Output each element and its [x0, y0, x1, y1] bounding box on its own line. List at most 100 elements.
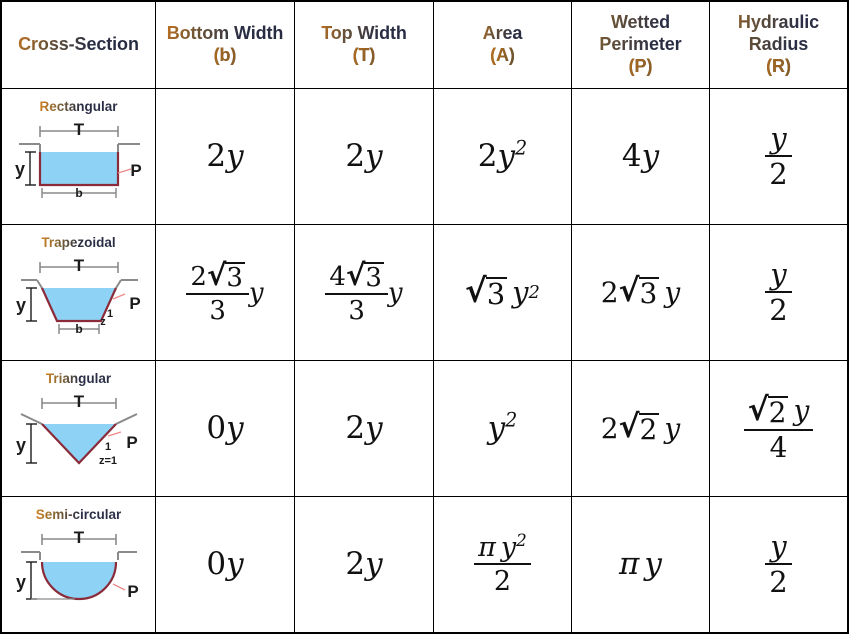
- denominator: 2: [765, 155, 792, 189]
- numerator: π y2: [474, 532, 531, 563]
- shape-diagram-semi-circular: Semi-circular T y P: [2, 497, 155, 632]
- numerator: y: [770, 121, 787, 155]
- fraction: √ 2 y 4: [743, 394, 814, 462]
- formula-wetted-perimeter: 2 √ 3 y: [601, 275, 681, 310]
- radical-sign-icon: √: [618, 409, 640, 445]
- label-perimeter: P: [126, 433, 137, 452]
- formula-hydraulic-radius: √ 2 y 4: [743, 394, 814, 462]
- label-slope-rise: 1: [104, 441, 110, 453]
- cell-wetted-perimeter-triangular: 2 √ 2 y: [572, 361, 710, 496]
- header-symbol-text: (P): [576, 56, 705, 78]
- pi-symbol: π: [478, 532, 496, 563]
- denominator: 4: [743, 428, 814, 462]
- shape-diagram-trapezoidal: Trapezoidal T y b 1 z P: [2, 225, 155, 360]
- radicand: 3: [485, 276, 508, 311]
- shape-diagram-triangular: Triangular T y 1 z=1 P: [2, 361, 155, 496]
- exponent: 2: [505, 408, 518, 432]
- shape-title: Triangular: [45, 371, 112, 386]
- formula-bottom-width: 0y: [206, 413, 243, 444]
- fraction: 4 √ 3 3: [325, 257, 388, 324]
- header-main-text: Hydraulic Radius: [737, 12, 820, 55]
- header-cell-area: Area (A): [434, 2, 572, 88]
- coefficient: 2: [190, 261, 207, 292]
- cell-wetted-perimeter-semi-circular: πy: [572, 497, 710, 632]
- trapezoidal-channel-svg: T y b 1 z P: [15, 256, 140, 336]
- radical-sign-icon: √: [345, 257, 366, 292]
- cell-wetted-perimeter-trapezoidal: 2 √ 3 y: [572, 225, 710, 360]
- formula-area: 2y2: [477, 138, 527, 174]
- fraction: π y2 2: [474, 532, 531, 595]
- cell-top-width-triangular: 2y: [295, 361, 434, 496]
- table-row: Semi-circular T y P 0y 2y π y2 2 π y y 2: [2, 497, 847, 632]
- numerator: y: [770, 529, 787, 563]
- coefficient: 2: [477, 138, 498, 174]
- variable: y: [365, 546, 383, 582]
- header-symbol-text: (T): [321, 45, 407, 67]
- header-label-top-width: Top Width (T): [317, 23, 411, 67]
- label-depth: y: [15, 435, 25, 455]
- header-label-hydraulic-radius: Hydraulic Radius (R): [710, 12, 847, 78]
- label-depth: y: [15, 295, 25, 315]
- formula-top-width: 2y: [345, 413, 382, 444]
- variable: y: [664, 411, 681, 445]
- numerator: 4 √ 3: [325, 257, 388, 293]
- header-main-text: Bottom Width: [166, 23, 284, 44]
- formula-hydraulic-radius: y 2: [765, 260, 792, 325]
- header-label-area: Area (A): [479, 23, 527, 67]
- triangular-channel-svg: T y 1 z=1 P: [15, 392, 137, 467]
- variable: y: [641, 138, 660, 174]
- rectangular-channel-svg: T y b P: [14, 120, 141, 200]
- coefficient: 2: [345, 546, 366, 582]
- variable: y: [793, 394, 810, 427]
- variable: y: [487, 410, 506, 446]
- table-row: Triangular T y 1 z=1 P 0y 2y y2 2 √ 2 y …: [2, 361, 847, 497]
- label-top-width: T: [73, 120, 84, 139]
- radical-sign-icon: √: [465, 271, 487, 310]
- radical-sign-icon: √: [206, 257, 227, 292]
- header-main-text: Area: [482, 23, 523, 44]
- variable: y: [248, 277, 264, 308]
- cell-top-width-semi-circular: 2y: [295, 497, 434, 632]
- cell-bottom-width-triangular: 0y: [156, 361, 295, 496]
- coefficient: 4: [621, 138, 642, 174]
- formula-area: y2: [487, 410, 518, 446]
- variable: y: [500, 532, 517, 563]
- square-root: √ 2: [618, 409, 660, 445]
- label-bottom-width: b: [75, 322, 82, 336]
- denominator: 3: [186, 292, 249, 324]
- cell-bottom-width-semi-circular: 0y: [156, 497, 295, 632]
- radicand: 3: [225, 261, 245, 293]
- cross-section-properties-table: Cross-Section Bottom Width (b) Top Width…: [0, 0, 849, 634]
- cell-area-semi-circular: π y2 2: [434, 497, 572, 632]
- table-row: Rectangular T y b P 2y 2y 2y2 4y y 2: [2, 89, 847, 225]
- formula-wetted-perimeter: πy: [619, 549, 662, 580]
- header-symbol-text: (b): [167, 45, 284, 67]
- label-slope-rise: 1: [106, 308, 112, 320]
- radicand: 2: [767, 395, 789, 429]
- numerator: 2 √ 3: [186, 257, 249, 293]
- variable: y: [226, 410, 244, 446]
- variable: y: [664, 275, 681, 309]
- variable: y: [226, 546, 244, 582]
- denominator: 3: [325, 292, 388, 324]
- label-slope-run: z=1: [98, 455, 116, 467]
- formula-area: √ 3 y 2: [465, 271, 540, 311]
- label-perimeter: P: [130, 161, 141, 180]
- label-perimeter: P: [127, 582, 138, 601]
- square-root: √ 2: [748, 394, 789, 429]
- header-symbol-text: (A): [483, 45, 523, 67]
- radicand: 3: [638, 277, 660, 310]
- header-symbol-text: (R): [714, 56, 843, 78]
- cell-cross-section-semi-circular: Semi-circular T y P: [2, 497, 156, 632]
- shape-title: Semi-circular: [35, 507, 122, 522]
- square-root: √ 3: [206, 257, 245, 293]
- header-cell-cross-section: Cross-Section: [2, 2, 156, 88]
- header-cell-top-width: Top Width (T): [295, 2, 434, 88]
- formula-wetted-perimeter: 2 √ 2 y: [601, 409, 681, 445]
- numerator: √ 2 y: [744, 394, 814, 429]
- header-cell-wetted-perimeter: Wetted Perimeter (P): [572, 2, 710, 88]
- variable: y: [226, 138, 244, 174]
- formula-top-width: 2y: [345, 549, 382, 580]
- table-header-row: Cross-Section Bottom Width (b) Top Width…: [2, 2, 847, 89]
- variable: y: [365, 410, 383, 446]
